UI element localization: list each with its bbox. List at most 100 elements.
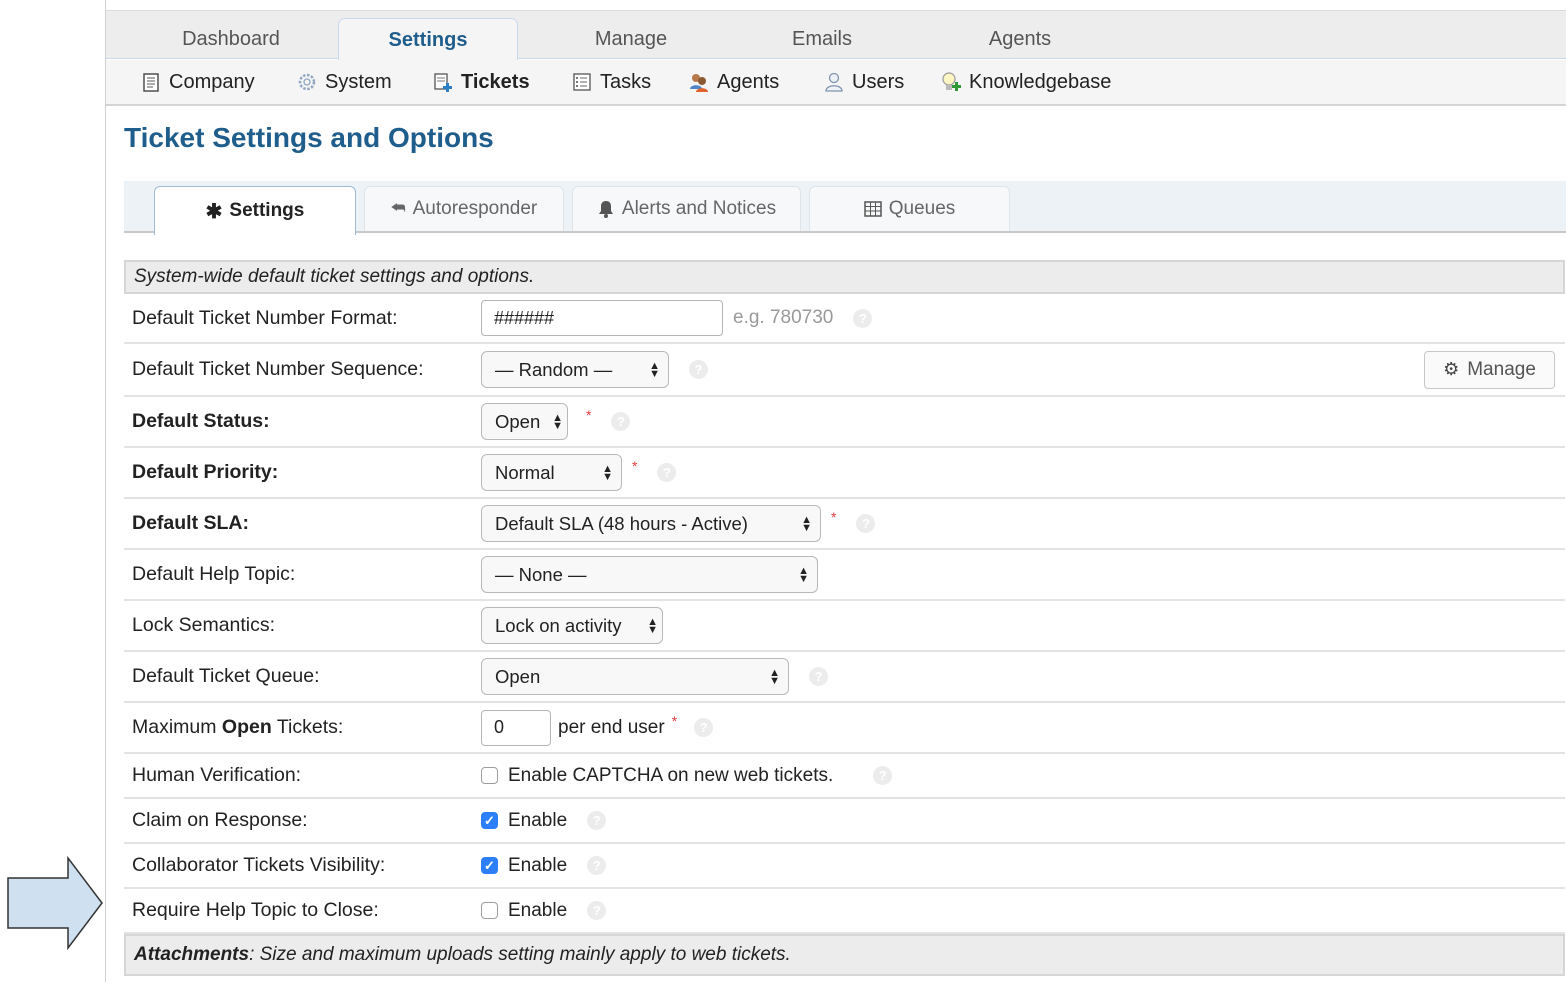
max-open-tickets-input[interactable]: 0	[481, 709, 551, 746]
subnav-item-system[interactable]: System	[296, 60, 392, 104]
default-help-topic-select[interactable]: — None — ▲ ▼	[481, 556, 818, 593]
bell-icon	[598, 201, 613, 218]
nav-tab-emails[interactable]: Emails	[738, 11, 906, 59]
attachments-title: Attachments	[134, 944, 250, 965]
row-label: Maximum Open Tickets:	[124, 716, 481, 739]
tab-autoresponder[interactable]: ⮪ Autoresponder	[364, 186, 564, 231]
help-icon[interactable]: ?	[873, 766, 893, 785]
required-marker: *	[671, 712, 678, 729]
label-pre: Maximum	[132, 716, 222, 738]
table-icon	[863, 201, 882, 217]
settings-table: System-wide default ticket settings and …	[124, 260, 1565, 976]
updown-icon: ▲ ▼	[769, 666, 780, 687]
nav-tab-dashboard[interactable]: Dashboard	[146, 11, 316, 59]
label-text: Default SLA:	[132, 512, 249, 534]
require-help-topic-checkbox[interactable]	[481, 902, 498, 919]
subnav-item-knowledgebase[interactable]: Knowledgebase	[940, 60, 1111, 104]
updown-icon: ▲ ▼	[801, 513, 812, 534]
captcha-checkbox[interactable]	[481, 767, 498, 784]
help-icon[interactable]: ?	[809, 667, 828, 686]
admin-panel: Dashboard Settings Manage Emails Agents …	[105, 0, 1566, 982]
subnav-item-tasks[interactable]: Tasks	[571, 60, 651, 104]
default-status-select[interactable]: Open ▲ ▼	[481, 403, 568, 440]
attachments-header: Attachments: Size and maximum uploads se…	[124, 934, 1565, 976]
row-label: Default SLA:	[124, 512, 481, 535]
help-icon[interactable]: ?	[856, 514, 876, 533]
section-header: System-wide default ticket settings and …	[124, 260, 1565, 294]
collaborator-visibility-checkbox[interactable]	[481, 857, 498, 874]
updown-icon: ▲ ▼	[798, 564, 809, 585]
row-label: Default Help Topic:	[132, 563, 296, 585]
tab-label: Alerts and Notices	[621, 198, 777, 219]
nav-tab-agents[interactable]: Agents	[936, 11, 1104, 59]
subnav-item-tickets[interactable]: Tickets	[432, 60, 530, 104]
lock-semantics-select[interactable]: Lock on activity ▲ ▼	[481, 607, 663, 644]
page-title: Ticket Settings and Options	[124, 122, 494, 153]
row-require-help-topic: Require Help Topic to Close: Enable ?	[124, 889, 1565, 934]
required-marker: *	[831, 508, 837, 525]
updown-icon: ▲ ▼	[552, 411, 563, 432]
help-icon[interactable]: ?	[689, 360, 708, 379]
row-number-sequence: Default Ticket Number Sequence: — Random…	[124, 344, 1565, 397]
label-post: Tickets:	[271, 716, 344, 738]
default-sla-select[interactable]: Default SLA (48 hours - Active) ▲ ▼	[481, 505, 821, 542]
label-bold: Open	[221, 716, 272, 738]
tab-alerts-and-notices[interactable]: Alerts and Notices	[572, 186, 801, 231]
select-value: Open	[495, 410, 541, 432]
nav-tab-manage[interactable]: Manage	[546, 11, 716, 59]
help-icon[interactable]: ?	[611, 412, 631, 431]
settings-tabs: ✱ Settings ⮪ Autoresponder Alerts and No…	[124, 181, 1566, 235]
default-priority-select[interactable]: Normal ▲ ▼	[481, 454, 622, 491]
subnav-item-company[interactable]: Company	[140, 60, 255, 104]
tab-queues[interactable]: Queues	[809, 186, 1010, 231]
select-value: Lock on activity	[495, 614, 622, 636]
row-label: Claim on Response:	[132, 809, 308, 831]
row-claim-on-response: Claim on Response: Enable ?	[124, 799, 1565, 844]
tab-settings[interactable]: ✱ Settings	[154, 186, 356, 235]
section-header-text: System-wide default ticket settings and …	[134, 266, 535, 287]
row-number-format: Default Ticket Number Format: ###### e.g…	[124, 294, 1565, 344]
row-collaborator-visibility: Collaborator Tickets Visibility: Enable …	[124, 844, 1565, 889]
row-default-help-topic: Default Help Topic: — None — ▲ ▼	[124, 550, 1565, 601]
row-label: Require Help Topic to Close:	[132, 899, 379, 921]
manage-button[interactable]: ⚙ Manage	[1424, 350, 1555, 389]
updown-icon: ▲ ▼	[649, 359, 660, 380]
help-icon[interactable]: ?	[587, 811, 607, 830]
tab-label: Queues	[888, 198, 956, 219]
help-icon[interactable]: ?	[587, 901, 607, 920]
help-icon[interactable]: ?	[587, 856, 607, 875]
default-queue-select[interactable]: Open ▲ ▼	[481, 658, 789, 695]
label-text: Default Priority:	[132, 461, 279, 483]
row-label: Collaborator Tickets Visibility:	[132, 854, 386, 876]
row-default-sla: Default SLA: Default SLA (48 hours - Act…	[124, 499, 1565, 550]
reply-all-icon: ⮪	[390, 200, 406, 217]
select-value: Open	[495, 665, 541, 687]
subnav-item-users[interactable]: Users	[823, 60, 904, 104]
select-value: Default SLA (48 hours - Active)	[495, 512, 748, 534]
row-label: Default Ticket Number Sequence:	[132, 358, 424, 380]
row-default-status: Default Status: Open ▲ ▼ * ?	[124, 397, 1565, 448]
agents-icon	[690, 74, 708, 92]
subnav-item-agents[interactable]: Agents	[688, 60, 779, 104]
claim-on-response-checkbox[interactable]	[481, 812, 498, 829]
help-icon[interactable]: ?	[853, 308, 873, 328]
row-lock-semantics: Lock Semantics: Lock on activity ▲ ▼	[124, 601, 1565, 652]
number-format-input[interactable]: ######	[481, 300, 723, 336]
help-icon[interactable]: ?	[657, 463, 677, 482]
manage-label: Manage	[1467, 358, 1536, 380]
annotation-arrow-icon	[7, 856, 103, 950]
checkbox-text: Enable CAPTCHA on new web tickets.	[508, 764, 834, 786]
row-human-verification: Human Verification: Enable CAPTCHA on ne…	[124, 754, 1565, 799]
row-label: Default Priority:	[124, 461, 481, 484]
help-icon[interactable]: ?	[694, 718, 714, 737]
checkbox-text: Enable	[508, 809, 568, 831]
number-sequence-select[interactable]: — Random — ▲ ▼	[481, 351, 669, 388]
row-label: Default Status:	[124, 410, 481, 433]
row-max-open-tickets: Maximum Open Tickets: 0 per end user * ?	[124, 703, 1565, 754]
updown-icon: ▲ ▼	[647, 615, 658, 636]
nav-tab-settings[interactable]: Settings	[338, 18, 518, 61]
tab-label: Settings	[229, 200, 305, 221]
tasks-icon	[573, 73, 591, 91]
subnav-label: Tickets	[461, 71, 530, 93]
required-marker: *	[632, 457, 638, 474]
